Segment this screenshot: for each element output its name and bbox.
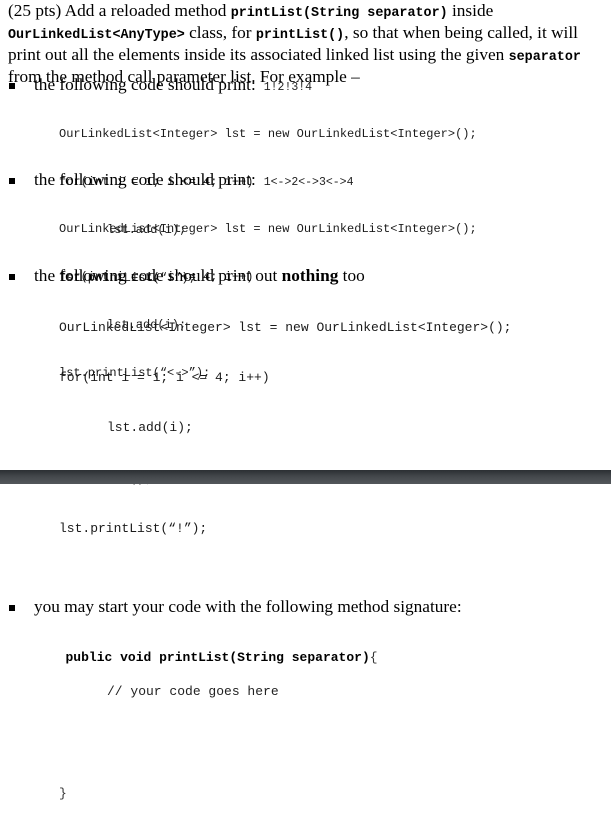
method-declaration: public void printList(String separator) [65, 650, 370, 665]
close-brace: } [59, 786, 67, 801]
class-name-code: OurLinkedList<AnyType> [8, 28, 185, 43]
method-name-code: printList(String separator) [230, 6, 448, 21]
example-description: the following code should print: [34, 75, 256, 94]
signature-description: you may start your code with the followi… [34, 597, 462, 616]
bullet-icon [9, 605, 15, 611]
expected-output: 1<->2<->3<->4 [263, 176, 354, 189]
intro-text: (25 pts) Add a reloaded method [8, 1, 231, 20]
code-line: lst.add(i); [107, 420, 193, 436]
code-line: OurLinkedList<Integer> lst = new OurLink… [59, 319, 512, 335]
bullet-icon [9, 274, 15, 280]
open-brace: { [369, 650, 378, 665]
signature-heading: you may start your code with the followi… [0, 597, 611, 617]
example-description: too [338, 266, 365, 285]
method-signature-code: public void printList(String separator){… [59, 631, 378, 819]
intro-text: inside [447, 1, 494, 20]
expected-output: 1!2!3!4 [263, 81, 313, 94]
example-3-heading: the following code should print out noth… [0, 266, 611, 286]
param-name-code: separator [508, 50, 581, 65]
bullet-icon [9, 178, 15, 184]
example-2-heading: the following code should print: 1<->2<->… [0, 170, 611, 190]
example-text: the following code should print out noth… [34, 266, 365, 286]
example-3-code: OurLinkedList<Integer> lst = new OurLink… [59, 286, 511, 555]
intro-text: class, for [184, 23, 256, 42]
code-line: lst.printList(“!”); [59, 521, 208, 537]
code-line: OurLinkedList<Integer> lst = new OurLink… [59, 222, 477, 236]
example-1-heading: the following code should print: 1!2!3!4 [0, 75, 611, 95]
bullet-icon [9, 83, 15, 89]
method-call-code: printList() [255, 28, 345, 43]
example-description: the following code should print out [34, 266, 282, 285]
example-description: the following code should print: [34, 170, 256, 189]
code-comment: // your code goes here [107, 684, 279, 699]
page-separator-bar [0, 470, 611, 484]
problem-statement: (25 pts) Add a reloaded method printList… [8, 1, 608, 86]
emphasis-text: nothing [281, 266, 339, 285]
code-line: OurLinkedList<Integer> lst = new OurLink… [59, 127, 477, 141]
code-line: for(int i = 1; i <= 4; i++) [59, 369, 270, 385]
